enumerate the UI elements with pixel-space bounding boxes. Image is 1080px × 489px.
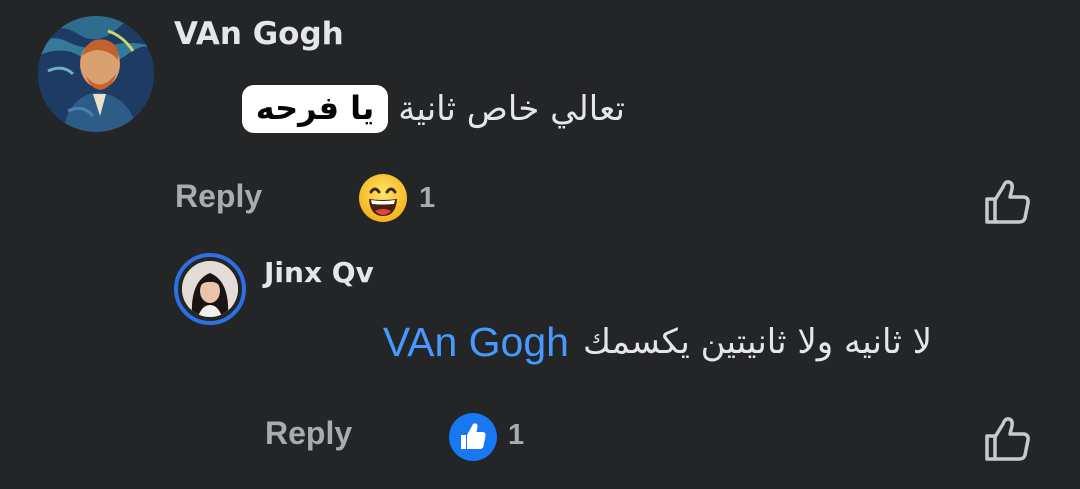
reply-body: لا ثانيه ولا ثانيتين يكسمك VAn Gogh <box>383 312 932 372</box>
commenter-avatar[interactable] <box>38 16 154 132</box>
comment-text: تعالي خاص ثانية <box>398 89 625 129</box>
laughing-emoji-icon[interactable] <box>358 173 408 223</box>
thumbs-up-outline-icon[interactable] <box>982 414 1032 464</box>
like-reaction-icon[interactable] <box>448 412 498 462</box>
comment-tag-pill[interactable]: يا فرحه <box>241 85 389 133</box>
reaction-count[interactable]: 1 <box>419 182 435 215</box>
thumbs-up-outline-icon[interactable] <box>982 177 1032 227</box>
comment-body: تعالي خاص ثانية يا فرحه <box>241 82 625 136</box>
replier-avatar[interactable] <box>174 253 246 325</box>
reaction-count[interactable]: 1 <box>508 419 524 452</box>
commenter-name[interactable]: VAn Gogh <box>174 16 344 52</box>
reply-text: لا ثانيه ولا ثانيتين يكسمك <box>582 322 932 362</box>
mention-link[interactable]: VAn Gogh <box>383 319 569 366</box>
reply-button[interactable]: Reply <box>265 415 352 452</box>
replier-name[interactable]: Jinx Qv <box>264 256 374 289</box>
reply-button[interactable]: Reply <box>175 178 262 215</box>
